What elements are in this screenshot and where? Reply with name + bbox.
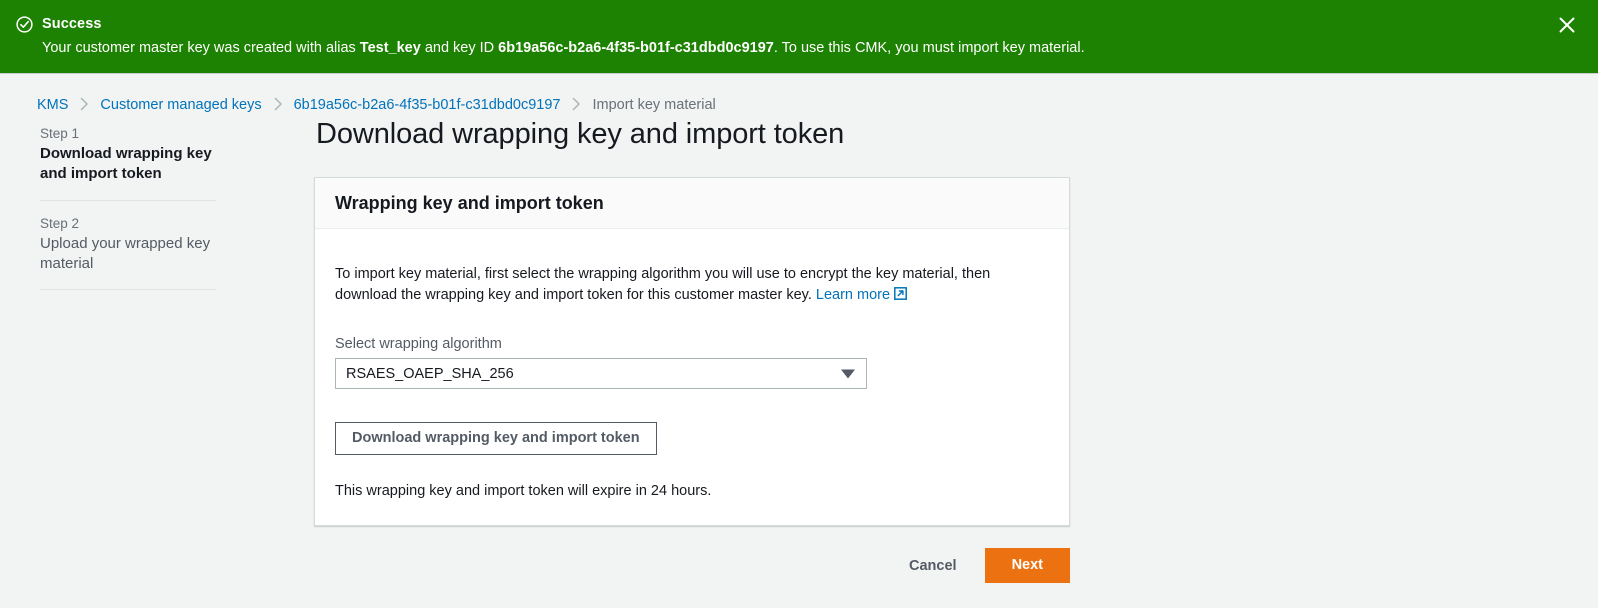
success-banner: Success Your customer master key was cre…: [0, 0, 1598, 74]
breadcrumb-item-import-key-material: Import key material: [592, 97, 715, 113]
step-2-number: Step 2: [40, 216, 216, 231]
card-body: To import key material, first select the…: [315, 229, 1069, 525]
check-circle-icon: [16, 16, 33, 33]
banner-title: Success: [42, 15, 1085, 35]
chevron-right-icon: [79, 97, 89, 111]
step-1-number: Step 1: [40, 126, 216, 141]
card-description-text: To import key material, first select the…: [335, 266, 990, 304]
step-1-title: Download wrapping key and import token: [40, 144, 216, 185]
wrapping-algorithm-value: RSAES_OAEP_SHA_256: [346, 366, 514, 382]
chevron-down-icon[interactable]: [841, 369, 855, 378]
breadcrumb-item-customer-managed-keys[interactable]: Customer managed keys: [100, 97, 261, 113]
expiry-note: This wrapping key and import token will …: [335, 483, 1049, 499]
next-button[interactable]: Next: [985, 548, 1070, 583]
banner-alias-value: Test_key: [360, 40, 421, 56]
card-description: To import key material, first select the…: [335, 264, 1049, 308]
close-icon[interactable]: [1556, 14, 1578, 36]
step-item-2[interactable]: Step 2 Upload your wrapped key material: [40, 216, 216, 291]
step-2-title: Upload your wrapped key material: [40, 234, 216, 275]
page-title: Download wrapping key and import token: [316, 118, 1070, 151]
breadcrumb: KMS Customer managed keys 6b19a56c-b2a6-…: [0, 74, 1598, 113]
wrapping-algorithm-select[interactable]: RSAES_OAEP_SHA_256: [335, 358, 867, 389]
external-link-icon[interactable]: [894, 287, 907, 300]
wizard-actions: Cancel Next: [314, 548, 1070, 583]
download-wrapping-key-button[interactable]: Download wrapping key and import token: [335, 422, 657, 455]
banner-message-suffix: . To use this CMK, you must import key m…: [774, 40, 1085, 56]
steps-sidebar: Step 1 Download wrapping key and import …: [40, 113, 216, 290]
chevron-right-icon: [273, 97, 283, 111]
step-item-1[interactable]: Step 1 Download wrapping key and import …: [40, 126, 216, 201]
banner-message: Your customer master key was created wit…: [42, 39, 1085, 59]
card-header-title: Wrapping key and import token: [335, 193, 1049, 214]
chevron-right-icon: [571, 97, 581, 111]
cancel-button[interactable]: Cancel: [899, 550, 967, 582]
select-wrapping-algorithm-label: Select wrapping algorithm: [335, 336, 1049, 352]
banner-message-prefix: Your customer master key was created wit…: [42, 40, 360, 56]
wrapping-key-card: Wrapping key and import token To import …: [314, 177, 1070, 526]
main-content: Download wrapping key and import token W…: [216, 113, 1070, 583]
card-header: Wrapping key and import token: [315, 178, 1069, 229]
banner-message-mid: and key ID: [421, 40, 498, 56]
breadcrumb-item-key-id[interactable]: 6b19a56c-b2a6-4f35-b01f-c31dbd0c9197: [294, 97, 561, 113]
banner-key-id-value: 6b19a56c-b2a6-4f35-b01f-c31dbd0c9197: [498, 40, 774, 56]
learn-more-link[interactable]: Learn more: [816, 287, 890, 303]
page-layout: Step 1 Download wrapping key and import …: [0, 113, 1598, 583]
breadcrumb-item-kms[interactable]: KMS: [37, 97, 68, 113]
